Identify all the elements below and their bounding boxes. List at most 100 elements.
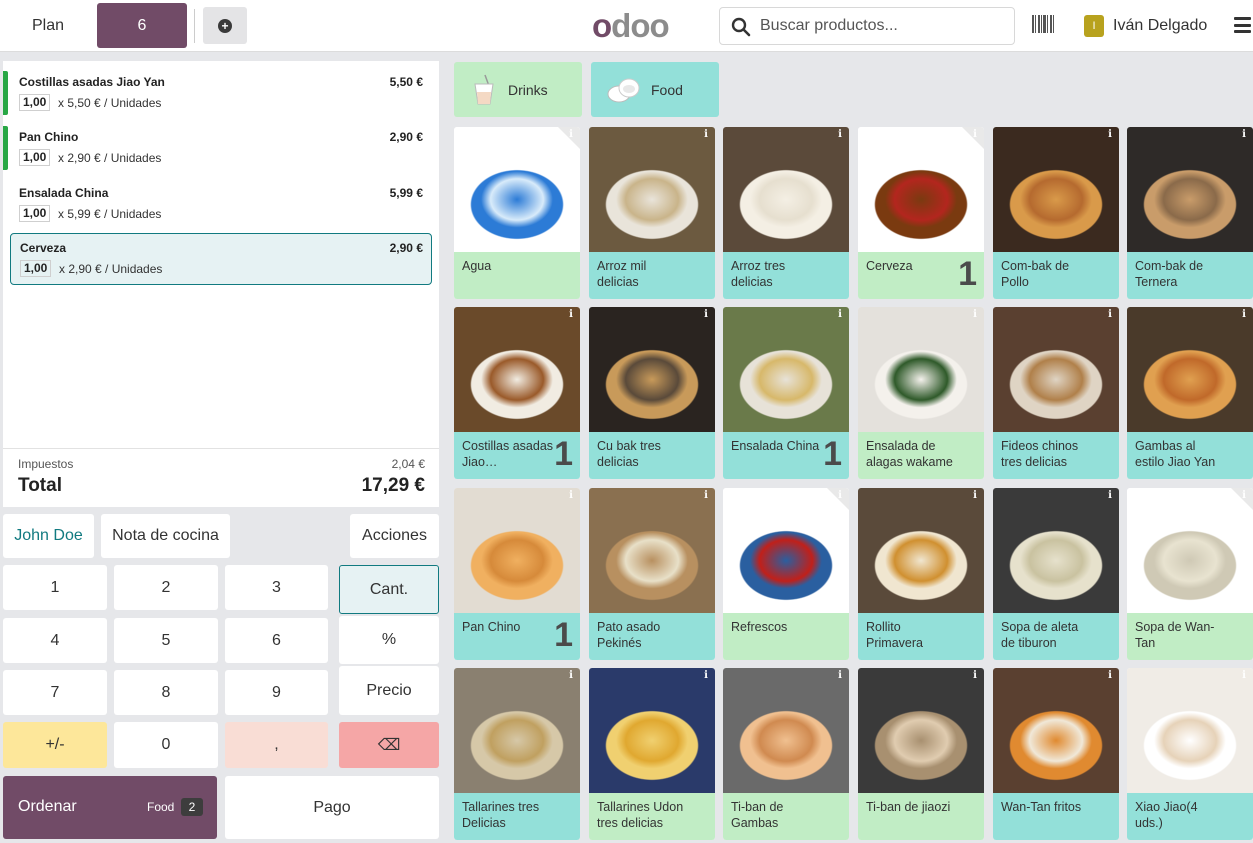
info-icon[interactable]: i	[700, 309, 712, 321]
product-card[interactable]: i Ensalada China 1	[723, 307, 849, 479]
info-icon[interactable]: i	[1104, 129, 1116, 141]
product-card[interactable]: i Tallarines tres Delicias	[454, 668, 580, 840]
info-icon[interactable]: i	[1104, 309, 1116, 321]
info-icon[interactable]: i	[1238, 309, 1250, 321]
numpad-key-0[interactable]: 0	[114, 722, 218, 768]
info-icon[interactable]: i	[700, 490, 712, 502]
numpad-key-4[interactable]: 4	[3, 618, 107, 663]
mode-quantity-button[interactable]: Cant.	[339, 565, 439, 614]
product-card[interactable]: i Com-bak de Ternera	[1127, 127, 1253, 299]
numpad-comma[interactable]: ,	[225, 722, 328, 768]
info-icon[interactable]: i	[1104, 490, 1116, 502]
info-icon[interactable]: i	[565, 670, 577, 682]
actions-button[interactable]: Acciones	[350, 514, 439, 558]
customer-button[interactable]: John Doe	[3, 514, 94, 558]
info-icon[interactable]: i	[700, 129, 712, 141]
numpad-plus-minus[interactable]: +/-	[3, 722, 107, 768]
product-card[interactable]: i Ti-ban de jiaozi	[858, 668, 984, 840]
product-card[interactable]: i Sopa de aleta de tiburon	[993, 488, 1119, 660]
product-card[interactable]: i Arroz mil delicias	[589, 127, 715, 299]
barcode-icon[interactable]	[1032, 15, 1054, 33]
info-icon[interactable]: i	[1238, 490, 1250, 502]
numpad-key-2[interactable]: 2	[114, 565, 218, 610]
avatar: I	[1084, 15, 1104, 37]
order-line-selected[interactable]: Cerveza 2,90 € 1,00 x 2,90 € / Unidades	[10, 233, 432, 285]
product-card[interactable]: i Gambas al estilo Jiao Yan	[1127, 307, 1253, 479]
product-card[interactable]: i Com-bak de Pollo	[993, 127, 1119, 299]
divider	[194, 9, 195, 43]
category-label: Food	[651, 81, 683, 98]
product-name-area: Agua	[454, 252, 580, 299]
product-card[interactable]: i Refrescos	[723, 488, 849, 660]
user-menu[interactable]: I Iván Delgado	[1084, 14, 1207, 38]
product-card[interactable]: i Fideos chinos tres delicias	[993, 307, 1119, 479]
info-icon[interactable]: i	[969, 490, 981, 502]
numpad-key-6[interactable]: 6	[225, 618, 328, 663]
mode-price-button[interactable]: Precio	[339, 666, 439, 715]
search-box[interactable]	[719, 7, 1015, 45]
mode-discount-button[interactable]: %	[339, 616, 439, 664]
product-card[interactable]: i Xiao Jiao(4 uds.)	[1127, 668, 1253, 840]
product-card[interactable]: i Ti-ban de Gambas	[723, 668, 849, 840]
product-name-area: Arroz tres delicias	[723, 252, 849, 299]
product-card[interactable]: i Pato asado Pekinés	[589, 488, 715, 660]
numpad-key-5[interactable]: 5	[114, 618, 218, 663]
order-button-label: Ordenar	[18, 798, 77, 815]
info-icon[interactable]: i	[565, 129, 577, 141]
info-icon[interactable]: i	[834, 129, 846, 141]
numpad-key-8[interactable]: 8	[114, 670, 218, 715]
info-icon[interactable]: i	[834, 670, 846, 682]
product-image	[589, 127, 715, 252]
product-card[interactable]: i Cu bak tres delicias	[589, 307, 715, 479]
order-line[interactable]: Costillas asadas Jiao Yan 5,50 € 1,00 x …	[3, 61, 439, 115]
product-qty-badge: 1	[958, 255, 977, 293]
backspace-button[interactable]: ⌫	[339, 722, 439, 768]
info-icon[interactable]: i	[1104, 670, 1116, 682]
product-card[interactable]: i Ensalada de alagas wakame	[858, 307, 984, 479]
table-button[interactable]: 6	[97, 3, 187, 48]
info-icon[interactable]: i	[969, 309, 981, 321]
info-icon[interactable]: i	[834, 490, 846, 502]
product-card[interactable]: i Cerveza 1	[858, 127, 984, 299]
line-product-name: Ensalada China	[19, 186, 109, 200]
product-card[interactable]: i Sopa de Wan-Tan	[1127, 488, 1253, 660]
numpad-key-1[interactable]: 1	[3, 565, 107, 610]
plan-button[interactable]: Plan	[4, 3, 92, 48]
info-icon[interactable]: i	[1238, 129, 1250, 141]
product-card[interactable]: i Wan-Tan fritos	[993, 668, 1119, 840]
hamburger-icon[interactable]	[1234, 17, 1251, 33]
order-line[interactable]: Ensalada China 5,99 € 1,00 x 5,99 € / Un…	[3, 172, 439, 224]
category-drinks[interactable]: Drinks	[454, 62, 582, 117]
numpad-key-9[interactable]: 9	[225, 670, 328, 715]
product-card[interactable]: i Rollito Primavera	[858, 488, 984, 660]
search-input[interactable]	[760, 8, 1010, 44]
info-icon[interactable]: i	[565, 490, 577, 502]
product-image	[1127, 127, 1253, 252]
product-name: Ti-ban de Gambas	[731, 800, 784, 830]
info-icon[interactable]: i	[834, 309, 846, 321]
order-line[interactable]: Pan Chino 2,90 € 1,00 x 2,90 € / Unidade…	[3, 116, 439, 170]
line-unit-price: x 5,50 € / Unidades	[58, 96, 162, 110]
product-name-area: Cu bak tres delicias	[589, 432, 715, 479]
numpad-key-3[interactable]: 3	[225, 565, 328, 610]
payment-button[interactable]: Pago	[225, 776, 439, 839]
info-icon[interactable]: i	[969, 670, 981, 682]
kitchen-note-button[interactable]: Nota de cocina	[101, 514, 230, 558]
product-card[interactable]: i Costillas asadas Jiao… 1	[454, 307, 580, 479]
product-card[interactable]: i Tallarines Udon tres delicias	[589, 668, 715, 840]
product-qty-badge: 1	[554, 616, 573, 654]
info-icon[interactable]: i	[565, 309, 577, 321]
numpad-key-7[interactable]: 7	[3, 670, 107, 715]
product-card[interactable]: i Pan Chino 1	[454, 488, 580, 660]
info-icon[interactable]: i	[700, 670, 712, 682]
product-card[interactable]: i Arroz tres delicias	[723, 127, 849, 299]
send-order-button[interactable]: Ordenar Food 2	[3, 776, 217, 839]
info-icon[interactable]: i	[969, 129, 981, 141]
line-price: 2,90 €	[389, 130, 423, 144]
product-name-area: Refrescos	[723, 613, 849, 660]
add-order-button[interactable]: +	[203, 7, 247, 44]
info-icon[interactable]: i	[1238, 670, 1250, 682]
category-food[interactable]: Food	[591, 62, 719, 117]
line-price: 5,50 €	[389, 75, 423, 89]
product-card[interactable]: i Agua	[454, 127, 580, 299]
